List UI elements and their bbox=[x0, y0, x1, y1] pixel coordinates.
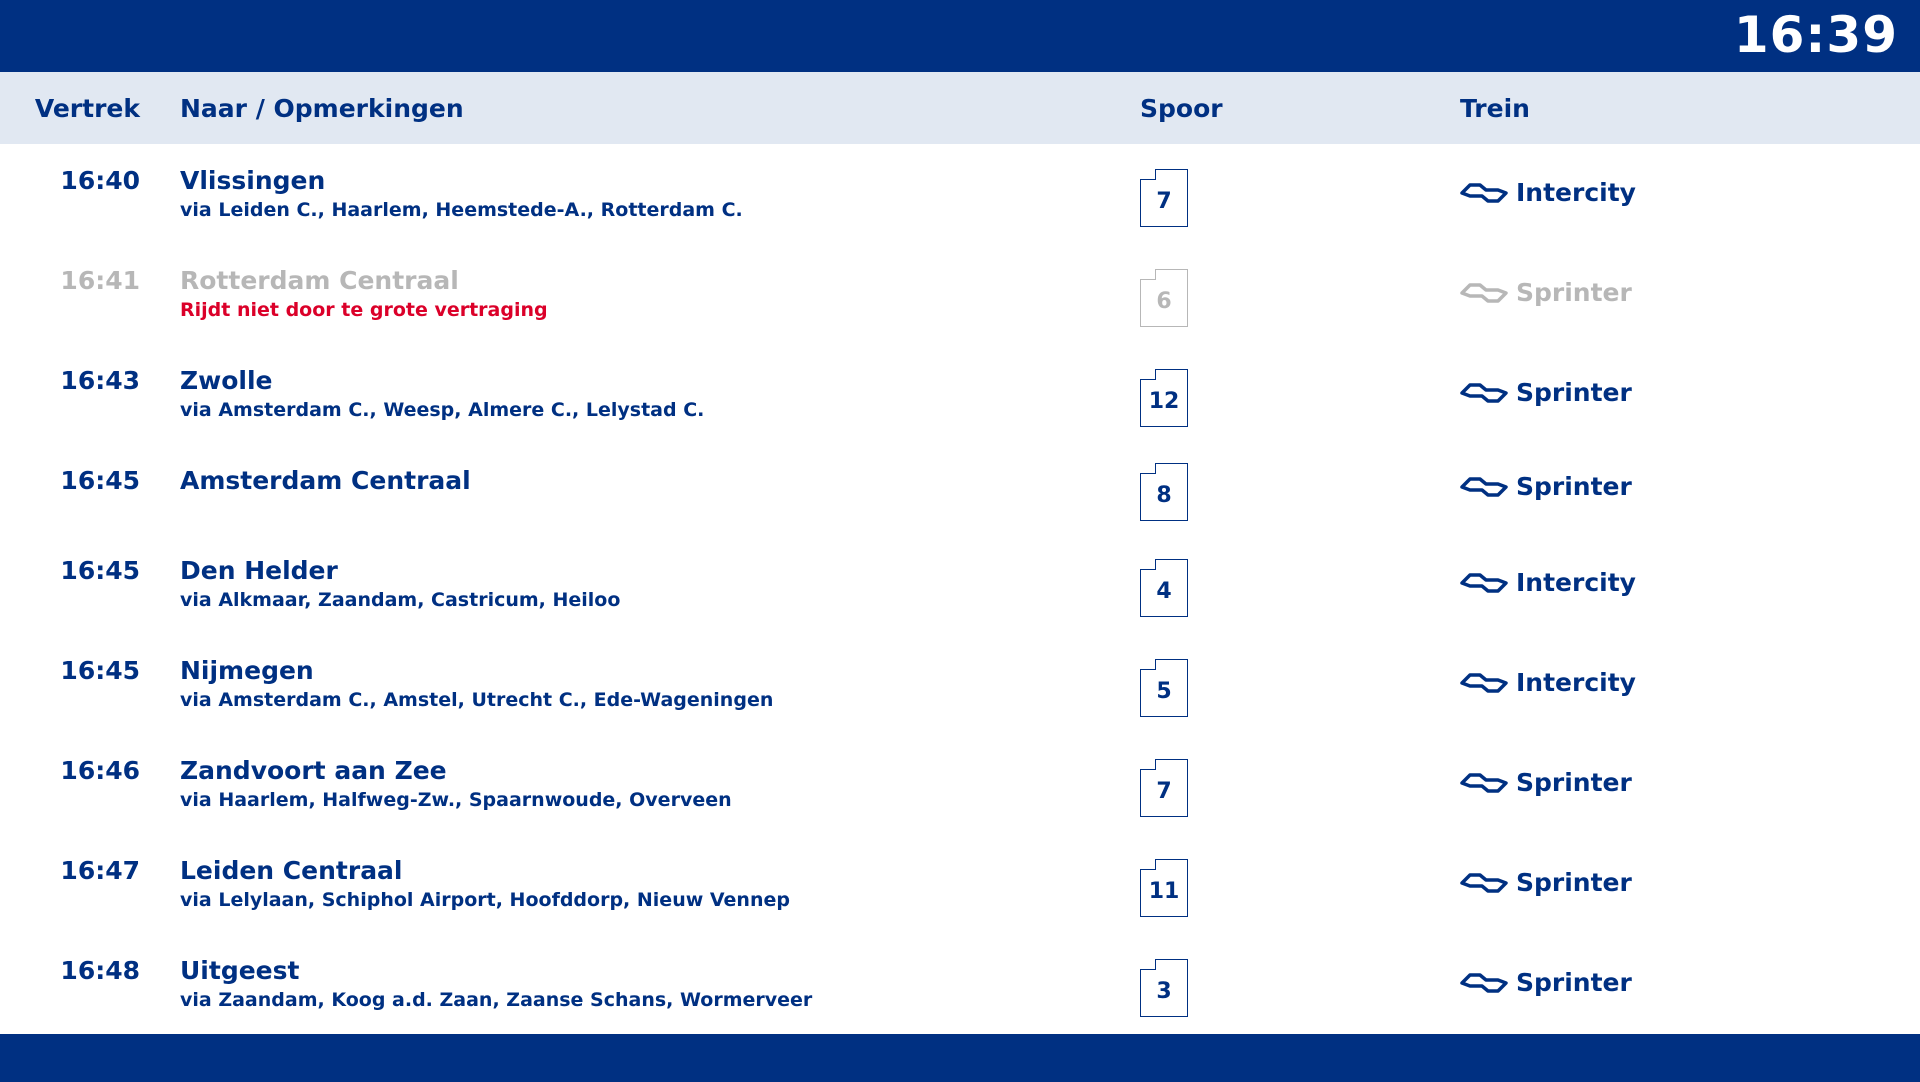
platform-number: 3 bbox=[1156, 979, 1172, 1004]
train-type-label: Intercity bbox=[1516, 178, 1636, 207]
platform-badge: 4 bbox=[1139, 559, 1188, 617]
table-row: 16:47 Leiden Centraal via Lelylaan, Schi… bbox=[0, 834, 1920, 934]
table-header: Vertrek Naar / Opmerkingen Spoor Trein bbox=[0, 72, 1920, 144]
platform-badge: 8 bbox=[1139, 463, 1188, 521]
header-naar: Naar / Opmerkingen bbox=[180, 94, 464, 123]
platform-badge: 7 bbox=[1139, 169, 1188, 227]
route-note: via Amsterdam C., Amstel, Utrecht C., Ed… bbox=[180, 689, 774, 711]
ns-logo-icon bbox=[1460, 382, 1508, 403]
destination: Zandvoort aan Zee bbox=[180, 756, 447, 785]
table-row: 16:43 Zwolle via Amsterdam C., Weesp, Al… bbox=[0, 344, 1920, 444]
ns-logo-icon bbox=[1460, 672, 1508, 693]
train-type-label: Sprinter bbox=[1516, 378, 1632, 407]
departure-time: 16:40 bbox=[60, 166, 140, 195]
route-note: via Alkmaar, Zaandam, Castricum, Heiloo bbox=[180, 589, 621, 611]
table-row: 16:41 Rotterdam Centraal Rijdt niet door… bbox=[0, 244, 1920, 344]
bottom-bar bbox=[0, 1034, 1920, 1082]
departure-time: 16:47 bbox=[60, 856, 140, 885]
route-note: via Zaandam, Koog a.d. Zaan, Zaanse Scha… bbox=[180, 989, 813, 1011]
destination: Uitgeest bbox=[180, 956, 300, 985]
train-type: Sprinter bbox=[1460, 278, 1632, 307]
disruption-note: Rijdt niet door te grote vertraging bbox=[180, 299, 548, 321]
platform-badge: 12 bbox=[1139, 369, 1188, 427]
destination: Rotterdam Centraal bbox=[180, 266, 459, 295]
table-row: 16:45 Amsterdam Centraal 8 Sprinter bbox=[0, 444, 1920, 534]
train-type: Intercity bbox=[1460, 568, 1636, 597]
ns-logo-icon bbox=[1460, 572, 1508, 593]
platform-number: 12 bbox=[1148, 389, 1180, 414]
platform-number: 8 bbox=[1156, 483, 1172, 508]
platform-badge: 11 bbox=[1139, 859, 1188, 917]
departure-time: 16:41 bbox=[60, 266, 140, 295]
ns-logo-icon bbox=[1460, 476, 1508, 497]
header-vertrek: Vertrek bbox=[34, 94, 140, 123]
platform-badge: 3 bbox=[1139, 959, 1188, 1017]
departure-time: 16:43 bbox=[60, 366, 140, 395]
departure-time: 16:45 bbox=[60, 466, 140, 495]
route-note: via Amsterdam C., Weesp, Almere C., Lely… bbox=[180, 399, 705, 421]
table-row: 16:45 Nijmegen via Amsterdam C., Amstel,… bbox=[0, 634, 1920, 734]
train-type-label: Sprinter bbox=[1516, 868, 1632, 897]
train-type: Sprinter bbox=[1460, 968, 1632, 997]
top-bar: 16:39 bbox=[0, 0, 1920, 72]
ns-logo-icon bbox=[1460, 872, 1508, 893]
platform-badge: 7 bbox=[1139, 759, 1188, 817]
destination: Zwolle bbox=[180, 366, 273, 395]
platform-number: 7 bbox=[1156, 779, 1172, 804]
train-type-label: Sprinter bbox=[1516, 472, 1632, 501]
ns-logo-icon bbox=[1460, 772, 1508, 793]
ns-logo-icon bbox=[1460, 282, 1508, 303]
train-type-label: Intercity bbox=[1516, 668, 1636, 697]
train-type: Sprinter bbox=[1460, 378, 1632, 407]
header-trein: Trein bbox=[1460, 94, 1530, 123]
train-type-label: Intercity bbox=[1516, 568, 1636, 597]
train-type: Sprinter bbox=[1460, 768, 1632, 797]
destination: Amsterdam Centraal bbox=[180, 466, 471, 495]
table-row: 16:48 Uitgeest via Zaandam, Koog a.d. Za… bbox=[0, 934, 1920, 1034]
departure-time: 16:45 bbox=[60, 656, 140, 685]
platform-number: 7 bbox=[1156, 189, 1172, 214]
platform-badge: 5 bbox=[1139, 659, 1188, 717]
table-row: 16:46 Zandvoort aan Zee via Haarlem, Hal… bbox=[0, 734, 1920, 834]
table-row: 16:40 Vlissingen via Leiden C., Haarlem,… bbox=[0, 144, 1920, 244]
platform-badge: 6 bbox=[1139, 269, 1188, 327]
current-time: 16:39 bbox=[1733, 6, 1898, 64]
train-type: Sprinter bbox=[1460, 868, 1632, 897]
departure-time: 16:45 bbox=[60, 556, 140, 585]
ns-logo-icon bbox=[1460, 972, 1508, 993]
train-type: Intercity bbox=[1460, 668, 1636, 697]
platform-number: 6 bbox=[1156, 289, 1172, 314]
train-type-label: Sprinter bbox=[1516, 278, 1632, 307]
destination: Den Helder bbox=[180, 556, 338, 585]
platform-number: 4 bbox=[1156, 579, 1172, 604]
destination: Vlissingen bbox=[180, 166, 326, 195]
destination: Leiden Centraal bbox=[180, 856, 403, 885]
route-note: via Leiden C., Haarlem, Heemstede-A., Ro… bbox=[180, 199, 743, 221]
departure-list: 16:40 Vlissingen via Leiden C., Haarlem,… bbox=[0, 144, 1920, 1034]
train-type-label: Sprinter bbox=[1516, 768, 1632, 797]
table-row: 16:45 Den Helder via Alkmaar, Zaandam, C… bbox=[0, 534, 1920, 634]
train-type: Intercity bbox=[1460, 178, 1636, 207]
destination: Nijmegen bbox=[180, 656, 314, 685]
header-spoor: Spoor bbox=[1140, 94, 1223, 123]
platform-number: 5 bbox=[1156, 679, 1172, 704]
ns-logo-icon bbox=[1460, 182, 1508, 203]
route-note: via Lelylaan, Schiphol Airport, Hoofddor… bbox=[180, 889, 790, 911]
platform-number: 11 bbox=[1148, 879, 1180, 904]
departure-time: 16:46 bbox=[60, 756, 140, 785]
departure-time: 16:48 bbox=[60, 956, 140, 985]
train-type-label: Sprinter bbox=[1516, 968, 1632, 997]
route-note: via Haarlem, Halfweg-Zw., Spaarnwoude, O… bbox=[180, 789, 732, 811]
train-type: Sprinter bbox=[1460, 472, 1632, 501]
